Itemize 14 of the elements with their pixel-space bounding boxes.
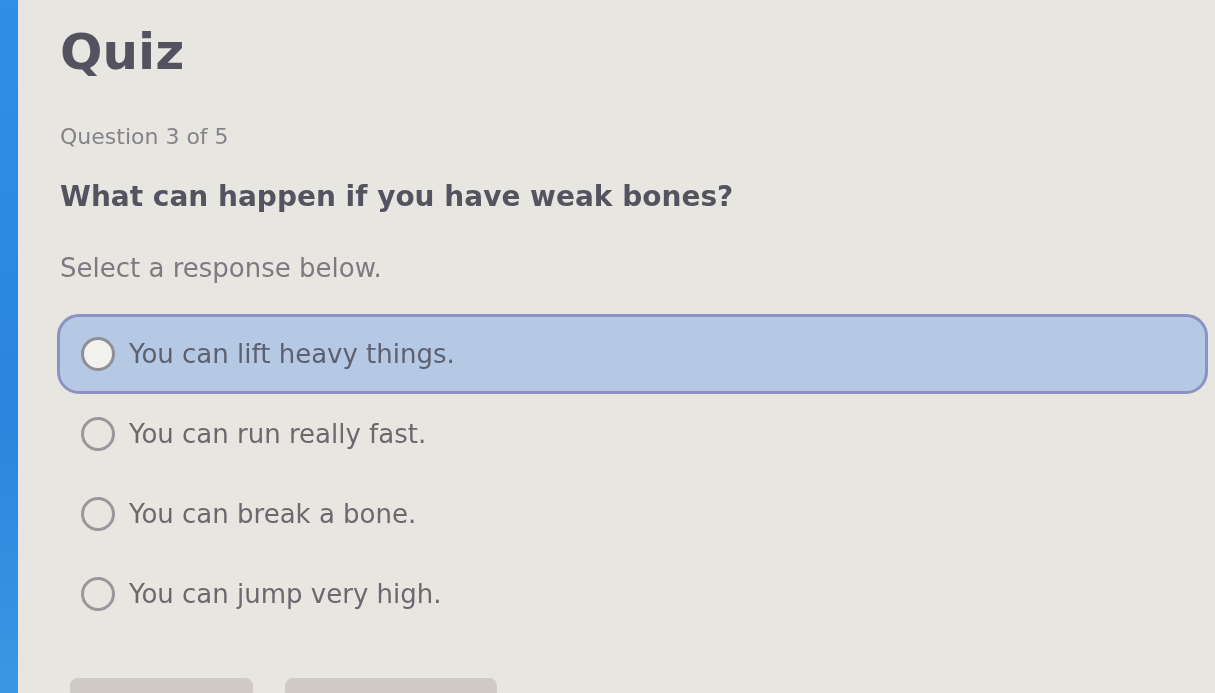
answer-option[interactable]: You can run really fast. [57, 394, 1208, 474]
instruction-text: Select a response below. [60, 253, 382, 283]
answer-option[interactable]: You can break a bone. [57, 474, 1208, 554]
radio-icon [81, 497, 115, 531]
question-text: What can happen if you have weak bones? [60, 180, 734, 214]
radio-icon [81, 417, 115, 451]
action-button[interactable] [285, 678, 497, 693]
action-button[interactable] [70, 678, 253, 693]
question-counter: Question 3 of 5 [60, 124, 229, 150]
answer-option[interactable]: You can jump very high. [57, 554, 1208, 634]
answer-option[interactable]: You can lift heavy things. [57, 314, 1208, 394]
radio-icon [81, 577, 115, 611]
quiz-title: Quiz [60, 24, 185, 80]
radio-icon [81, 337, 115, 371]
